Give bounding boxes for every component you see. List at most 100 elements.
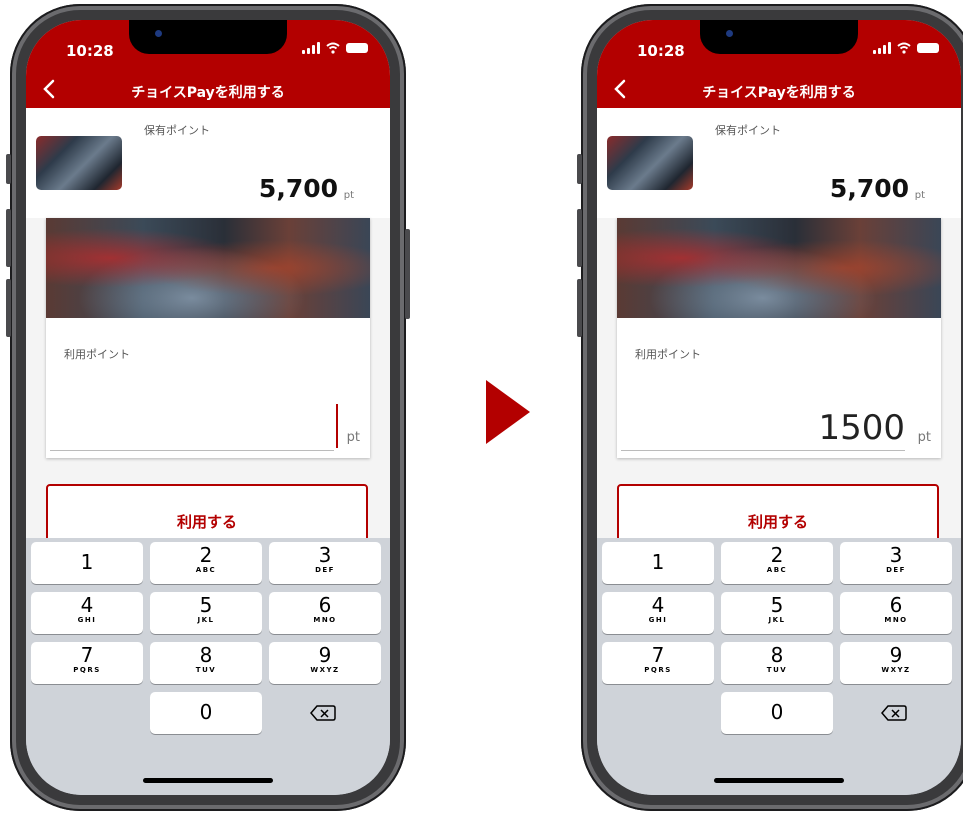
nav-title: チョイスPayを利用する xyxy=(702,85,856,101)
key-8[interactable]: 8 TUV xyxy=(150,642,262,684)
side-button xyxy=(6,279,11,337)
key-number: 7 xyxy=(80,643,94,667)
key-6[interactable]: 6 MNO xyxy=(840,592,952,634)
card-image xyxy=(617,218,941,318)
phone-before: 10:28 チョイスPayを利用する 保有ポイント 5,700 pt 利用ポイン… xyxy=(6,4,410,811)
home-indicator xyxy=(714,778,844,783)
use-button[interactable]: 利用する xyxy=(617,484,939,544)
key-letters: WXYZ xyxy=(310,666,340,674)
key-number: 4 xyxy=(651,593,665,617)
key-number: 8 xyxy=(199,643,213,667)
held-points-unit: pt xyxy=(914,190,925,201)
notch xyxy=(700,20,858,54)
wifi-icon xyxy=(326,42,340,54)
key-number: 5 xyxy=(770,593,784,617)
key-letters: GHI xyxy=(648,616,668,624)
delete-icon xyxy=(881,705,907,721)
wifi-icon xyxy=(897,42,911,54)
key-letters: WXYZ xyxy=(881,666,911,674)
delete-key[interactable] xyxy=(269,692,381,734)
key-4[interactable]: 4 GHI xyxy=(31,592,143,634)
key-4[interactable]: 4 GHI xyxy=(602,592,714,634)
key-number: 7 xyxy=(651,643,665,667)
key-2[interactable]: 2 ABC xyxy=(150,542,262,584)
held-points-value: 5,700 xyxy=(829,174,909,203)
delete-key[interactable] xyxy=(840,692,952,734)
key-letters: TUV xyxy=(195,666,217,674)
battery-icon xyxy=(917,43,939,53)
numeric-keypad: 1 2 ABC 3 DEF 4 GHI 5 JKL 6 MNO 7 PQRS 8 TUV 9W… xyxy=(26,538,390,795)
app-header: 10:28 チョイスPayを利用する xyxy=(26,20,390,108)
use-button[interactable]: 利用する xyxy=(46,484,368,544)
thumbnail-image xyxy=(36,136,122,190)
held-points-value: 5,700 xyxy=(258,174,338,203)
key-letters: MNO xyxy=(313,616,337,624)
key-7[interactable]: 7 PQRS xyxy=(31,642,143,684)
screen: 10:28 チョイスPayを利用する 保有ポイント 5,700 pt 利用ポイン… xyxy=(597,20,961,795)
key-letters: ABC xyxy=(195,566,217,574)
app-header: 10:28 チョイスPayを利用する xyxy=(597,20,961,108)
key-6[interactable]: 6 MNO xyxy=(269,592,381,634)
side-button xyxy=(405,229,410,319)
signal-icon xyxy=(873,42,891,54)
notch xyxy=(129,20,287,54)
key-9[interactable]: 9 WXYZ xyxy=(269,642,381,684)
key-number: 1 xyxy=(80,550,94,574)
use-points-label: 利用ポイント xyxy=(64,348,130,361)
use-points-card: 利用ポイント pt xyxy=(46,218,370,458)
key-number: 3 xyxy=(889,543,903,567)
key-3[interactable]: 3 DEF xyxy=(840,542,952,584)
key-letters: PQRS xyxy=(73,666,101,674)
use-points-input[interactable]: 1500 xyxy=(818,408,905,448)
points-summary: 保有ポイント 5,700 pt xyxy=(597,108,961,218)
battery-icon xyxy=(346,43,368,53)
status-time: 10:28 xyxy=(637,42,685,60)
key-number: 1 xyxy=(651,550,665,574)
content: 保有ポイント 5,700 pt 利用ポイント pt 利用する xyxy=(26,108,390,544)
key-number: 2 xyxy=(199,543,213,567)
key-0[interactable]: 0 xyxy=(721,692,833,734)
side-button xyxy=(577,279,582,337)
delete-icon xyxy=(310,705,336,721)
nav-title: チョイスPayを利用する xyxy=(131,85,285,101)
camera-icon xyxy=(155,30,162,37)
numeric-keypad: 1 2 ABC 3 DEF 4 GHI 5 JKL 6 MNO 7 PQRS 8 TUV 9W… xyxy=(597,538,961,795)
side-button xyxy=(577,154,582,184)
key-number: 5 xyxy=(199,593,213,617)
home-indicator xyxy=(143,778,273,783)
use-points-unit: pt xyxy=(346,430,360,445)
signal-icon xyxy=(302,42,320,54)
key-letters: ABC xyxy=(766,566,788,574)
points-summary: 保有ポイント 5,700 pt xyxy=(26,108,390,218)
key-5[interactable]: 5 JKL xyxy=(721,592,833,634)
key-letters: GHI xyxy=(77,616,97,624)
card-image xyxy=(46,218,370,318)
key-9[interactable]: 9 WXYZ xyxy=(840,642,952,684)
key-1[interactable]: 1 xyxy=(602,542,714,584)
status-time: 10:28 xyxy=(66,42,114,60)
key-letters: PQRS xyxy=(644,666,672,674)
text-cursor xyxy=(336,404,338,448)
key-3[interactable]: 3 DEF xyxy=(269,542,381,584)
key-2[interactable]: 2 ABC xyxy=(721,542,833,584)
key-number: 2 xyxy=(770,543,784,567)
side-button xyxy=(6,154,11,184)
phone-after: 10:28 チョイスPayを利用する 保有ポイント 5,700 pt 利用ポイン… xyxy=(577,4,963,811)
key-letters: DEF xyxy=(315,566,335,574)
thumbnail-image xyxy=(607,136,693,190)
key-number: 9 xyxy=(889,643,903,667)
status-icons xyxy=(302,42,368,54)
key-letters: DEF xyxy=(886,566,906,574)
key-number: 0 xyxy=(770,700,784,724)
held-points-label: 保有ポイント xyxy=(144,124,210,137)
key-7[interactable]: 7 PQRS xyxy=(602,642,714,684)
screen: 10:28 チョイスPayを利用する 保有ポイント 5,700 pt 利用ポイン… xyxy=(26,20,390,795)
key-8[interactable]: 8 TUV xyxy=(721,642,833,684)
key-number: 8 xyxy=(770,643,784,667)
key-0[interactable]: 0 xyxy=(150,692,262,734)
key-1[interactable]: 1 xyxy=(31,542,143,584)
use-points-card: 利用ポイント 1500 pt xyxy=(617,218,941,458)
key-number: 4 xyxy=(80,593,94,617)
key-5[interactable]: 5 JKL xyxy=(150,592,262,634)
right-arrow-icon xyxy=(486,380,530,444)
